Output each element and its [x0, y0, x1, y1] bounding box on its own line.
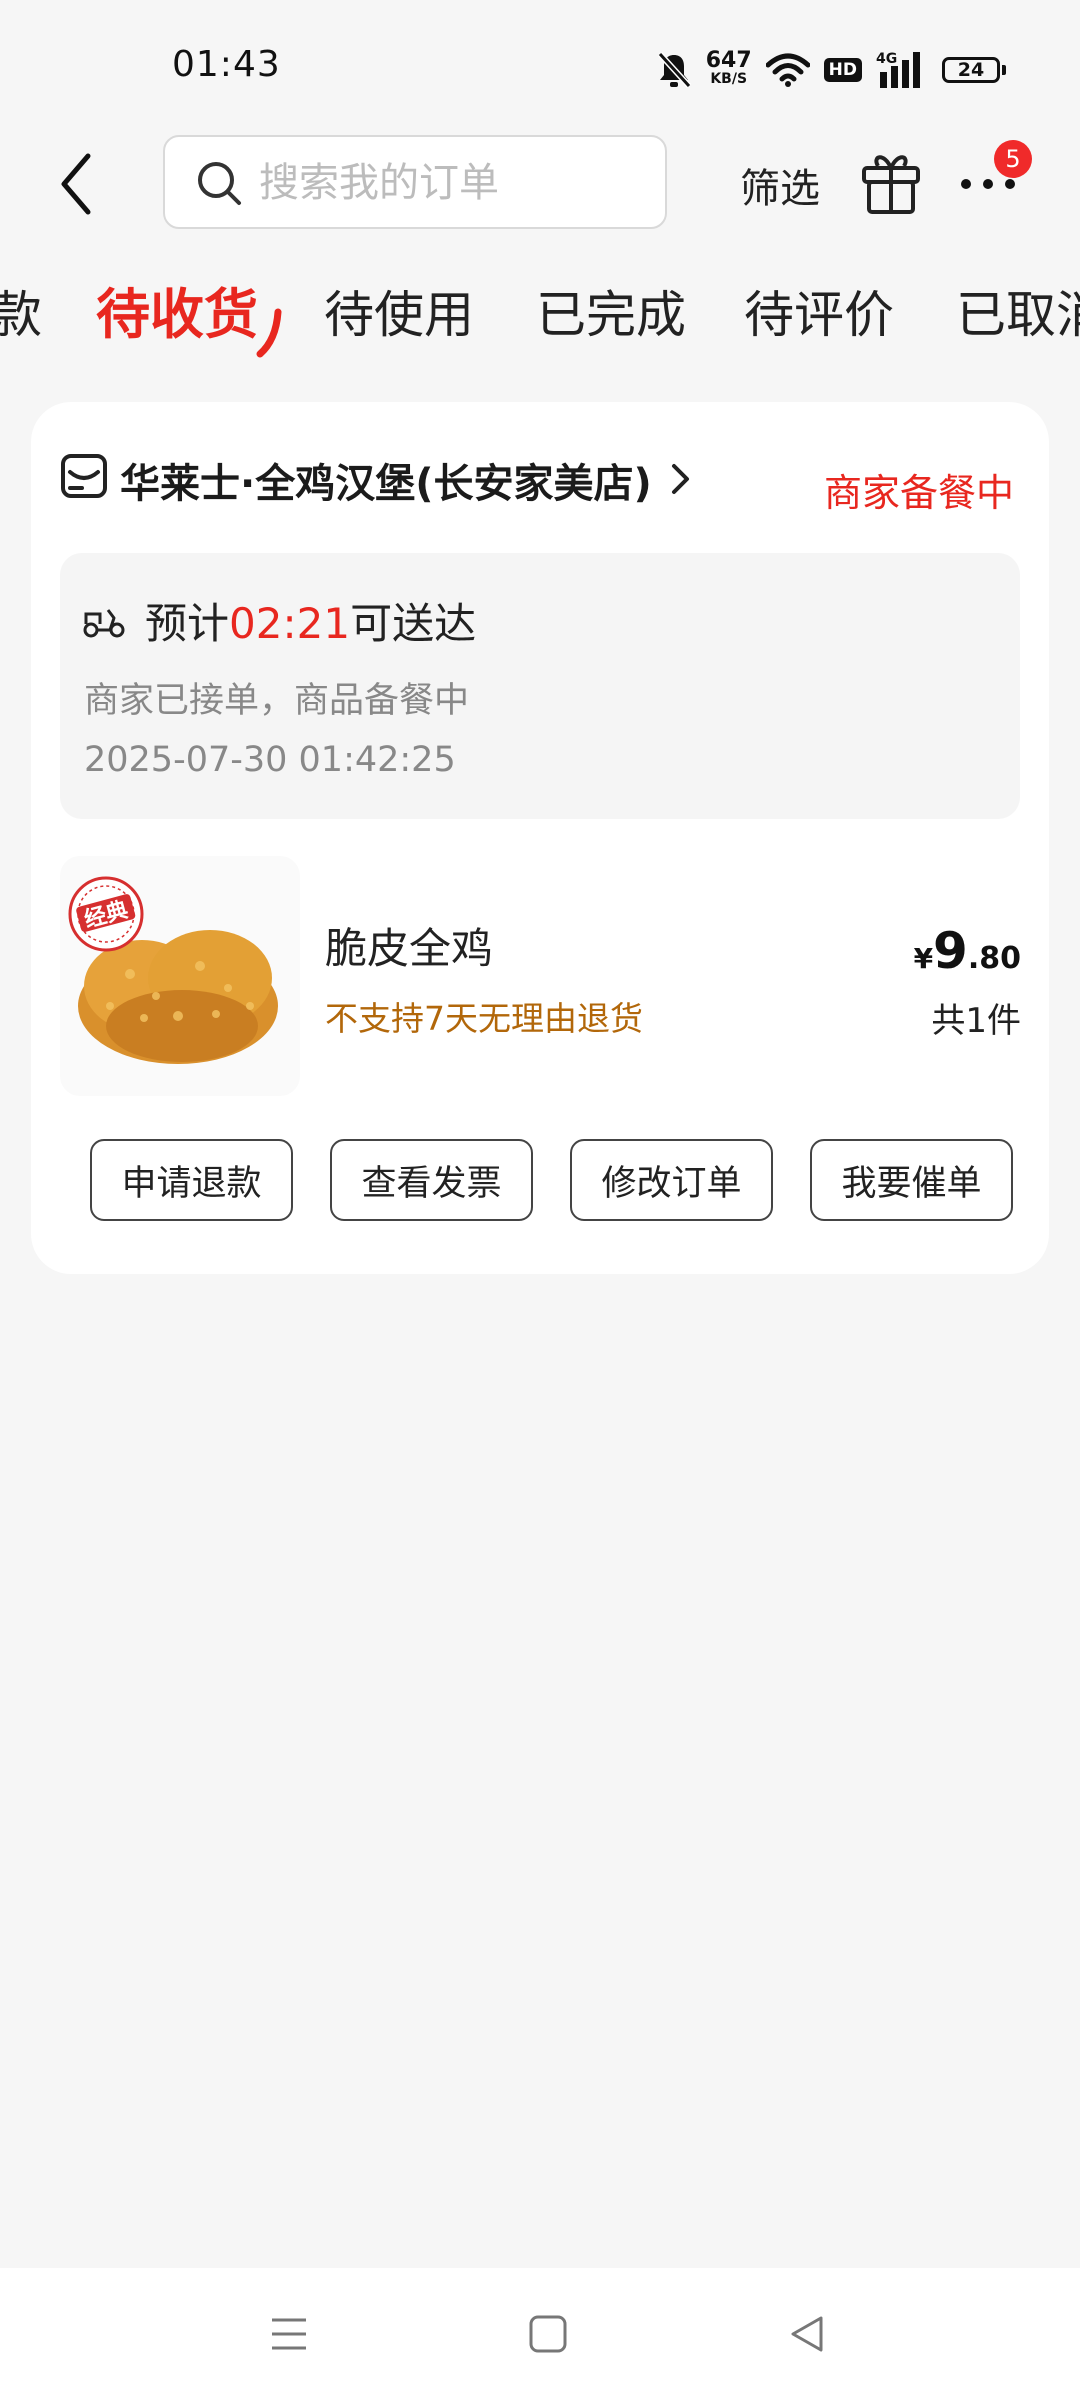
- active-tab-indicator: [256, 308, 282, 358]
- tab-cancelled[interactable]: 已取消: [956, 280, 1080, 350]
- order-status: 商家备餐中: [823, 471, 1014, 515]
- classic-stamp: 经典: [68, 876, 144, 952]
- battery-level: 24: [942, 57, 1000, 83]
- eta-time: 02:21: [229, 599, 351, 648]
- price-decimal: .80: [967, 941, 1021, 976]
- status-time: 01:43: [172, 44, 281, 85]
- tab-to-receive[interactable]: 待收货: [96, 280, 258, 350]
- notification-badge: 5: [994, 140, 1032, 178]
- filter-button[interactable]: 筛选: [740, 156, 820, 214]
- wifi-icon: [765, 53, 810, 87]
- back-arrow-icon[interactable]: [52, 146, 102, 222]
- tab-refund-partial[interactable]: 款: [0, 280, 42, 350]
- view-invoice-button[interactable]: 查看发票: [330, 1139, 533, 1221]
- product-name[interactable]: 脆皮全鸡: [325, 915, 493, 976]
- tab-completed[interactable]: 已完成: [536, 280, 686, 350]
- request-refund-button[interactable]: 申请退款: [90, 1139, 293, 1221]
- price-integer: 9: [933, 922, 968, 980]
- eta-suffix: 可送达: [350, 599, 477, 648]
- net-speed-unit: KB/S: [710, 71, 748, 87]
- search-input[interactable]: 搜索我的订单: [163, 135, 667, 229]
- order-tabs: 款 待收货 待使用 已完成 待评价 已取消: [0, 280, 1080, 356]
- scooter-icon: [83, 609, 125, 638]
- hd-icon: HD: [823, 58, 862, 82]
- tab-to-review[interactable]: 待评价: [744, 280, 894, 350]
- product-image[interactable]: 经典: [60, 856, 300, 1096]
- store-name[interactable]: 华莱士·全鸡汉堡(长安家美店): [120, 451, 652, 509]
- signal-icon: 4G: [876, 51, 920, 88]
- net-speed-value: 647: [705, 48, 752, 73]
- fried-chicken-image: 经典: [68, 876, 278, 1064]
- nav-back-icon[interactable]: [788, 2314, 826, 2354]
- search-placeholder: 搜索我的订单: [259, 160, 499, 206]
- eta-detail: 商家已接单，商品备餐中: [84, 681, 470, 721]
- eta-text: 预计02:21可送达: [145, 590, 476, 651]
- gift-icon[interactable]: [860, 148, 922, 216]
- home-icon[interactable]: [528, 2314, 568, 2354]
- order-timestamp: 2025-07-30 01:42:25: [84, 740, 456, 780]
- tab-to-use[interactable]: 待使用: [324, 280, 474, 350]
- network-label: 4G: [876, 51, 897, 67]
- eta-prefix: 预计: [145, 599, 230, 648]
- product-price: ¥9.80: [914, 922, 1021, 980]
- recent-apps-icon[interactable]: [270, 2316, 308, 2352]
- search-icon: [198, 162, 241, 205]
- net-speed: 647 KB/S: [705, 48, 752, 88]
- modify-order-button[interactable]: 修改订单: [570, 1139, 773, 1221]
- product-quantity: 共1件: [931, 1001, 1021, 1041]
- battery-icon: 24: [942, 57, 1006, 83]
- return-policy-note: 不支持7天无理由退货: [325, 999, 643, 1038]
- bell-muted-icon: [657, 51, 691, 89]
- urge-order-button[interactable]: 我要催单: [810, 1139, 1013, 1221]
- store-icon: [61, 454, 107, 498]
- status-icons: 647 KB/S HD 4G 24: [656, 48, 1006, 92]
- price-currency: ¥: [913, 942, 934, 975]
- chevron-right-icon[interactable]: [668, 462, 694, 496]
